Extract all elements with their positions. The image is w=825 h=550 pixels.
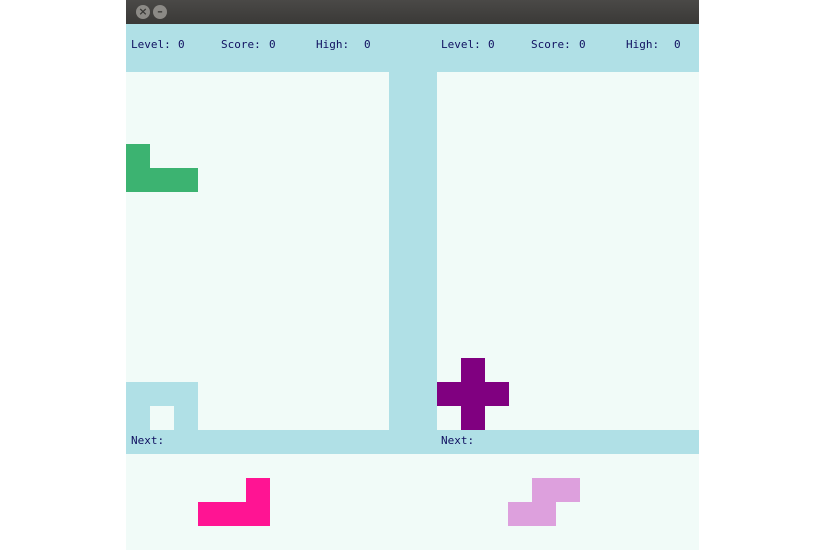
p2-next-preview [437,454,699,550]
block [126,168,150,192]
p1-next-preview [126,454,389,550]
block [174,168,198,192]
block [461,406,485,430]
block [532,502,556,526]
p1-score-value: 0 [269,38,276,51]
title-bar: × – [126,0,699,24]
p1-high-value: 0 [364,38,371,51]
p2-score-label: Score: [531,38,571,51]
p1-next-label: Next: [131,434,165,447]
p2-level-label: Level: [441,38,481,51]
next-bar: Next: Next: [126,430,699,454]
board-divider [389,72,437,430]
block [246,478,270,502]
p2-score-value: 0 [579,38,586,51]
p2-high-value: 0 [674,38,681,51]
p1-board [126,72,389,430]
block [222,502,246,526]
close-button[interactable]: × [136,5,150,19]
p1-level-label: Level: [131,38,171,51]
block [150,382,174,406]
block [556,478,580,502]
block [126,382,150,406]
close-icon: × [138,5,148,18]
block [126,406,150,430]
p2-level-value: 0 [488,38,495,51]
block [198,502,222,526]
p1-level-value: 0 [178,38,185,51]
block [461,382,485,406]
block [485,382,509,406]
block [150,168,174,192]
block [437,382,461,406]
score-header: Level: 0 Score: 0 High: 0 Level: 0 Score… [126,24,699,72]
block [174,382,198,406]
block [508,502,532,526]
p2-high-label: High: [626,38,660,51]
minimize-button[interactable]: – [153,5,167,19]
block [532,478,556,502]
p2-next-label: Next: [441,434,475,447]
game-window: × – Level: 0 Score: 0 High: 0 Level: 0 S… [126,0,699,550]
minimize-icon: – [157,5,163,18]
block [126,144,150,168]
block [461,358,485,382]
p1-high-label: High: [316,38,350,51]
p2-board [437,72,699,430]
p1-score-label: Score: [221,38,261,51]
block [246,502,270,526]
block [174,406,198,430]
